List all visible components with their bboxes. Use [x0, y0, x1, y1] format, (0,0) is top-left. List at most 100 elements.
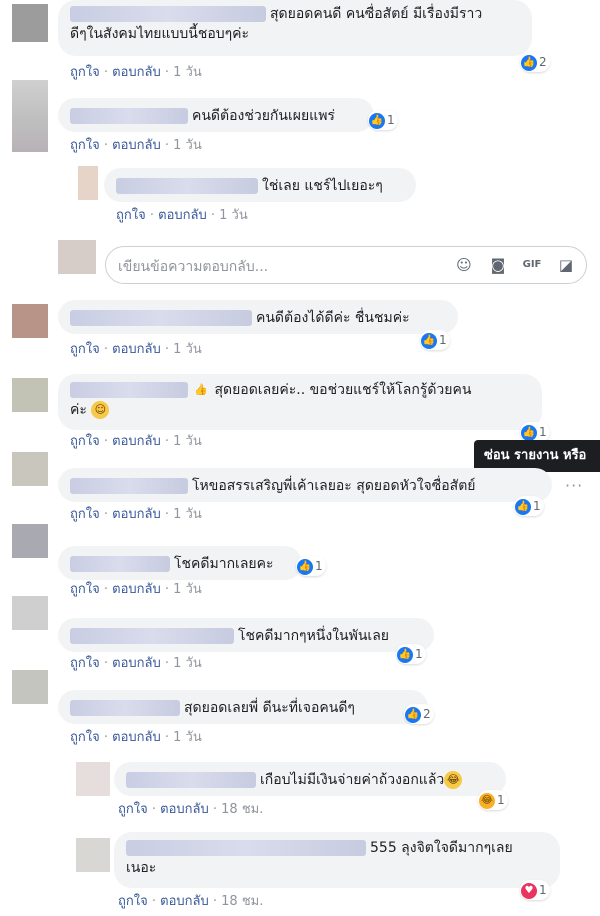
- comment-text: คนดีต้องช่วยกันเผยแพร่: [192, 108, 335, 124]
- comment-actions: ถูกใจ · ตอบกลับ · 18 ชม.: [118, 894, 264, 909]
- timestamp[interactable]: 1 วัน: [173, 138, 202, 153]
- more-options-icon[interactable]: ···: [565, 476, 583, 495]
- reaction-count[interactable]: 👍 1: [520, 422, 550, 442]
- blurred-author-name[interactable]: [70, 108, 188, 124]
- avatar[interactable]: [12, 524, 48, 558]
- like-link[interactable]: ถูกใจ: [118, 894, 148, 909]
- comment-text: โหขอสรรเสริญพี่เค้าเลยอะ สุดยอดหัวใจซื่อ…: [192, 478, 476, 494]
- reply-link[interactable]: ตอบกลับ: [160, 894, 209, 909]
- comment-text: สุดยอดคนดี คนซื่อสัตย์ มีเรื่องมีราว: [270, 6, 483, 22]
- comment-text: คนดีต้องได้ดีค่ะ ชื่นชมค่ะ: [256, 310, 410, 326]
- reaction-count[interactable]: ♥ 1: [520, 880, 550, 900]
- avatar[interactable]: [76, 762, 110, 796]
- blurred-author-name[interactable]: [70, 478, 188, 494]
- comment-bubble: โหขอสรรเสริญพี่เค้าเลยอะ สุดยอดหัวใจซื่อ…: [58, 468, 552, 502]
- emoji-icon[interactable]: ☺: [454, 255, 474, 275]
- avatar[interactable]: [12, 596, 48, 630]
- like-icon: 👍: [521, 54, 537, 71]
- avatar[interactable]: [12, 80, 48, 152]
- avatar[interactable]: [76, 838, 110, 872]
- blurred-author-name[interactable]: [126, 840, 366, 856]
- like-link[interactable]: ถูกใจ: [70, 434, 100, 449]
- avatar[interactable]: [12, 452, 48, 486]
- comment-actions: ถูกใจ · ตอบกลับ · 1 วัน: [70, 656, 202, 671]
- comment-bubble: 👍 สุดยอดเลยค่ะ.. ขอช่วยแชร์ให้โลกรู้ด้วย…: [58, 374, 542, 430]
- like-link[interactable]: ถูกใจ: [118, 802, 148, 817]
- timestamp[interactable]: 1 วัน: [173, 65, 202, 80]
- reaction-count[interactable]: 👍 1: [396, 644, 426, 664]
- comment-bubble: คนดีต้องได้ดีค่ะ ชื่นชมค่ะ: [58, 300, 458, 334]
- comment-bubble: โชคดีมากเลยคะ: [58, 546, 302, 580]
- avatar[interactable]: [12, 4, 48, 42]
- avatar[interactable]: [12, 304, 48, 338]
- reaction-count[interactable]: 😂 1: [478, 790, 508, 810]
- current-user-avatar[interactable]: [58, 240, 96, 274]
- reaction-count[interactable]: 👍 1: [296, 556, 326, 576]
- timestamp[interactable]: 18 ชม.: [221, 894, 263, 909]
- reply-link[interactable]: ตอบกลับ: [160, 802, 209, 817]
- timestamp[interactable]: 18 ชม.: [221, 802, 263, 817]
- reply-link[interactable]: ตอบกลับ: [112, 582, 161, 597]
- timestamp[interactable]: 1 วัน: [219, 208, 248, 223]
- like-link[interactable]: ถูกใจ: [70, 582, 100, 597]
- like-link[interactable]: ถูกใจ: [116, 208, 146, 223]
- like-icon: 👍: [421, 332, 437, 349]
- like-icon: 👍: [521, 424, 537, 441]
- reply-link[interactable]: ตอบกลับ: [112, 342, 161, 357]
- comment-bubble: โชคดีมากๆหนึ่งในพันเลย: [58, 618, 434, 652]
- timestamp[interactable]: 1 วัน: [173, 507, 202, 522]
- reply-link[interactable]: ตอบกลับ: [112, 138, 161, 153]
- like-link[interactable]: ถูกใจ: [70, 507, 100, 522]
- like-link[interactable]: ถูกใจ: [70, 656, 100, 671]
- blurred-author-name[interactable]: [116, 178, 258, 194]
- blurred-author-name[interactable]: [70, 382, 188, 398]
- timestamp[interactable]: 1 วัน: [173, 656, 202, 671]
- reply-input[interactable]: เขียนข้อความตอบกลับ... ☺ ◙ GIF ◪: [105, 246, 587, 284]
- reaction-count[interactable]: 👍 1: [514, 496, 544, 516]
- comment-actions: ถูกใจ · ตอบกลับ · 1 วัน: [70, 138, 202, 153]
- comment-text: สุดยอดเลยค่ะ.. ขอช่วยแชร์ให้โลกรู้ด้วยคน: [214, 382, 472, 398]
- blurred-author-name[interactable]: [126, 772, 256, 788]
- comment-bubble: คนดีต้องช่วยกันเผยแพร่: [58, 98, 374, 132]
- comment-text: โชคดีมากๆหนึ่งในพันเลย: [238, 628, 389, 644]
- reply-link[interactable]: ตอบกลับ: [112, 434, 161, 449]
- reaction-count[interactable]: 👍 2: [520, 52, 550, 72]
- comment-actions: ถูกใจ · ตอบกลับ · 1 วัน: [70, 582, 202, 597]
- blurred-author-name[interactable]: [70, 6, 266, 22]
- gif-icon[interactable]: GIF: [522, 255, 542, 275]
- blurred-author-name[interactable]: [70, 310, 252, 326]
- reply-link[interactable]: ตอบกลับ: [112, 656, 161, 671]
- like-link[interactable]: ถูกใจ: [70, 65, 100, 80]
- reaction-count[interactable]: 👍 2: [404, 704, 434, 724]
- reply-link[interactable]: ตอบกลับ: [112, 507, 161, 522]
- comment-actions: ถูกใจ · ตอบกลับ · 1 วัน: [70, 434, 202, 449]
- avatar[interactable]: [12, 378, 48, 412]
- timestamp[interactable]: 1 วัน: [173, 434, 202, 449]
- comment-text: 555 ลุงจิตใจดีมากๆเลย: [370, 840, 513, 856]
- love-icon: ♥: [521, 882, 537, 899]
- like-icon: 👍: [369, 112, 385, 129]
- blurred-author-name[interactable]: [70, 700, 180, 716]
- timestamp[interactable]: 1 วัน: [173, 582, 202, 597]
- like-link[interactable]: ถูกใจ: [70, 342, 100, 357]
- like-icon: 👍: [297, 558, 313, 575]
- blurred-author-name[interactable]: [70, 556, 170, 572]
- reply-link[interactable]: ตอบกลับ: [158, 208, 207, 223]
- timestamp[interactable]: 1 วัน: [173, 730, 202, 745]
- timestamp[interactable]: 1 วัน: [173, 342, 202, 357]
- comment-actions: ถูกใจ · ตอบกลับ · 1 วัน: [70, 730, 202, 745]
- reply-link[interactable]: ตอบกลับ: [112, 65, 161, 80]
- reply-link[interactable]: ตอบกลับ: [112, 730, 161, 745]
- avatar[interactable]: [12, 670, 48, 704]
- like-link[interactable]: ถูกใจ: [70, 730, 100, 745]
- reaction-count[interactable]: 👍 1: [368, 110, 398, 130]
- sticker-icon[interactable]: ◪: [556, 255, 576, 275]
- comment-actions: ถูกใจ · ตอบกลับ · 18 ชม.: [118, 802, 264, 817]
- avatar[interactable]: [78, 166, 98, 200]
- blurred-author-name[interactable]: [70, 628, 234, 644]
- camera-icon[interactable]: ◙: [488, 255, 508, 275]
- like-link[interactable]: ถูกใจ: [70, 138, 100, 153]
- smile-emoji-icon: ☺: [91, 401, 110, 419]
- like-icon: 👍: [397, 646, 413, 663]
- reaction-count[interactable]: 👍 1: [420, 330, 450, 350]
